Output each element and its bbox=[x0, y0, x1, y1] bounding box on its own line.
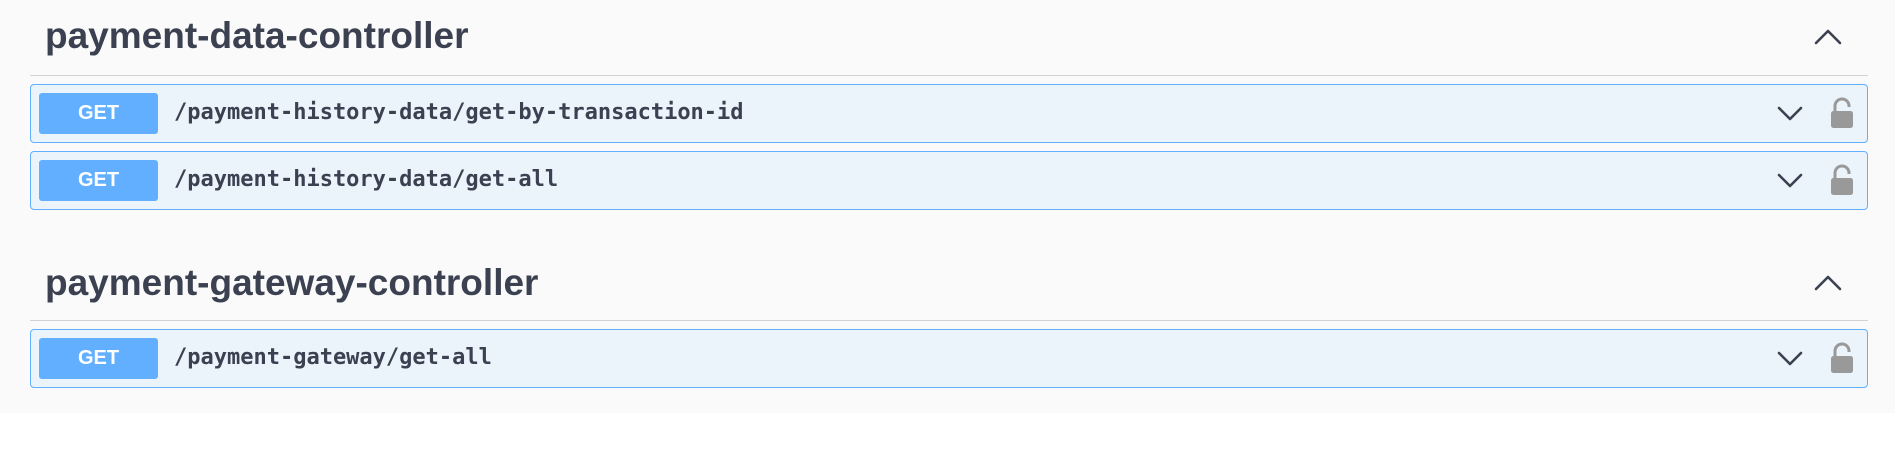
section-payment-data-controller: payment-data-controller GET /payment-his… bbox=[30, 0, 1868, 210]
chevron-up-icon[interactable] bbox=[1810, 22, 1846, 54]
section-payment-gateway-controller: payment-gateway-controller GET /payment-… bbox=[30, 246, 1868, 388]
operation-get-by-transaction-id[interactable]: GET /payment-history-data/get-by-transac… bbox=[30, 84, 1868, 143]
chevron-up-icon[interactable] bbox=[1810, 268, 1846, 300]
section-title: payment-data-controller bbox=[45, 15, 469, 56]
section-header[interactable]: payment-data-controller bbox=[30, 0, 1868, 76]
method-badge: GET bbox=[39, 160, 158, 201]
method-badge: GET bbox=[39, 93, 158, 134]
chevron-down-icon[interactable] bbox=[1775, 101, 1805, 127]
chevron-down-icon[interactable] bbox=[1775, 168, 1805, 194]
operation-path: /payment-history-data/get-by-transaction… bbox=[174, 100, 744, 125]
swagger-operations-panel: payment-data-controller GET /payment-his… bbox=[0, 0, 1895, 413]
method-badge: GET bbox=[39, 338, 158, 379]
operation-path: /payment-gateway/get-all bbox=[174, 345, 492, 370]
unlocked-padlock-icon[interactable] bbox=[1829, 164, 1855, 196]
section-title: payment-gateway-controller bbox=[45, 262, 539, 303]
operation-payment-gateway-get-all[interactable]: GET /payment-gateway/get-all bbox=[30, 329, 1868, 388]
operation-path: /payment-history-data/get-all bbox=[174, 167, 559, 192]
chevron-down-icon[interactable] bbox=[1775, 346, 1805, 372]
unlocked-padlock-icon[interactable] bbox=[1829, 97, 1855, 129]
operation-payment-history-get-all[interactable]: GET /payment-history-data/get-all bbox=[30, 151, 1868, 210]
unlocked-padlock-icon[interactable] bbox=[1829, 342, 1855, 374]
section-header[interactable]: payment-gateway-controller bbox=[30, 246, 1868, 321]
